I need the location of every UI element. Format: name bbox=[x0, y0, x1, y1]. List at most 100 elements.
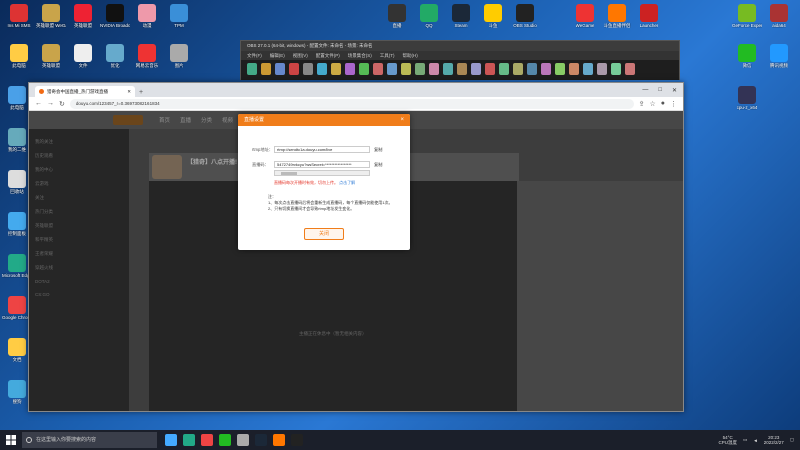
desktop-icon-top-left-3[interactable]: NVIDIA Broadcast bbox=[100, 4, 130, 28]
obs-menu-item[interactable]: 场景集合(S) bbox=[348, 51, 372, 60]
obs-dock-icon[interactable] bbox=[597, 63, 607, 75]
menu-kebab-icon[interactable]: ⋮ bbox=[670, 100, 677, 108]
desktop-icon-label: 文档 bbox=[12, 357, 22, 362]
reload-icon[interactable]: ↻ bbox=[59, 100, 65, 108]
desktop-icon-row2-2[interactable]: 文件 bbox=[68, 44, 98, 68]
desktop-icon-top-0[interactable]: 直播 bbox=[382, 4, 412, 28]
taskbar-app-icon[interactable] bbox=[183, 434, 195, 446]
minimize-button[interactable]: — bbox=[642, 87, 648, 94]
obs-window[interactable]: OBS 27.0.1 (64-bit, windows) - 配置文件: 未命名… bbox=[240, 40, 680, 80]
new-tab-button[interactable]: + bbox=[139, 89, 143, 97]
obs-dock-icon[interactable] bbox=[373, 63, 383, 75]
code-scrollbar[interactable] bbox=[274, 170, 370, 176]
network-icon[interactable]: ▭ bbox=[743, 437, 747, 443]
obs-dock-icon[interactable] bbox=[583, 63, 593, 75]
obs-menu-item[interactable]: 视图(V) bbox=[293, 51, 308, 60]
desktop-icon-top-b-1[interactable]: 斗鱼直播伴侣 bbox=[602, 4, 632, 28]
taskbar-app-icon[interactable] bbox=[237, 434, 249, 446]
close-button[interactable]: ✕ bbox=[672, 87, 677, 94]
taskbar-app-icon[interactable] bbox=[219, 434, 231, 446]
obs-dock-icon[interactable] bbox=[345, 63, 355, 75]
desktop-icon-top-2[interactable]: Steam bbox=[446, 4, 476, 28]
obs-menu-item[interactable]: 帮助(H) bbox=[403, 51, 418, 60]
desktop-icon-right-1[interactable]: 腾讯视频 bbox=[764, 44, 794, 68]
share-icon[interactable]: ⇪ bbox=[639, 100, 645, 108]
taskbar-app-icon[interactable] bbox=[273, 434, 285, 446]
obs-menu-item[interactable]: 文件(F) bbox=[247, 51, 262, 60]
desktop-icon-top-b-0[interactable]: WeGame bbox=[570, 4, 600, 28]
start-button[interactable] bbox=[0, 430, 22, 450]
obs-dock-icon[interactable] bbox=[261, 63, 271, 75]
close-dialog-button[interactable]: 关闭 bbox=[304, 228, 344, 240]
volume-icon[interactable]: ◄ bbox=[753, 438, 757, 443]
learn-more-link[interactable]: 点击了解 bbox=[339, 180, 355, 185]
desktop-icon-cpuz-0[interactable]: cpu-z_x64 bbox=[732, 86, 762, 110]
obs-dock-icon[interactable] bbox=[415, 63, 425, 75]
rtmp-field[interactable]: rtmp://sendtc1a.douyu.com/live bbox=[274, 146, 370, 153]
obs-dock-icon[interactable] bbox=[303, 63, 313, 75]
desktop-icon-top-1[interactable]: QQ bbox=[414, 4, 444, 28]
notification-icon[interactable]: ▢ bbox=[790, 437, 794, 443]
copy-rtmp-button[interactable]: 复制 bbox=[374, 147, 382, 153]
code-field[interactable]: 5472749rvkcyu?wsSecret=***************** bbox=[274, 161, 370, 168]
taskbar-app-icon[interactable] bbox=[201, 434, 213, 446]
taskbar-app-icon[interactable] bbox=[255, 434, 267, 446]
obs-dock-icon[interactable] bbox=[625, 63, 635, 75]
app-icon bbox=[74, 4, 92, 22]
obs-dock-icon[interactable] bbox=[611, 63, 621, 75]
taskbar-app-icon[interactable] bbox=[165, 434, 177, 446]
desktop-icon-top-left-4[interactable]: 动漫 bbox=[132, 4, 162, 28]
obs-menu-item[interactable]: 编辑(E) bbox=[270, 51, 285, 60]
obs-menu-item[interactable]: 工具(T) bbox=[380, 51, 395, 60]
obs-dock-icon[interactable] bbox=[499, 63, 509, 75]
url-input[interactable]: douyu.com/123457_r=0.36973082161834 bbox=[69, 98, 634, 109]
close-tab-icon[interactable]: ✕ bbox=[127, 89, 131, 95]
copy-code-button[interactable]: 复制 bbox=[374, 162, 382, 168]
obs-dock-icon[interactable] bbox=[247, 63, 257, 75]
obs-dock-icon[interactable] bbox=[555, 63, 565, 75]
obs-dock-icon[interactable] bbox=[359, 63, 369, 75]
obs-dock-icon[interactable] bbox=[485, 63, 495, 75]
obs-menu-item[interactable]: 配置文件(P) bbox=[316, 51, 340, 60]
desktop-icon-top-left-1[interactable]: 英雄联盟 WeGame版 bbox=[36, 4, 66, 28]
obs-dock-icon[interactable] bbox=[331, 63, 341, 75]
back-icon[interactable]: ← bbox=[35, 100, 42, 107]
clock[interactable]: 20:23 2022/2/27 bbox=[764, 435, 784, 445]
bookmark-star-icon[interactable]: ☆ bbox=[649, 100, 655, 108]
desktop-icon-top-3[interactable]: 斗鱼 bbox=[478, 4, 508, 28]
obs-dock-icon[interactable] bbox=[429, 63, 439, 75]
desktop-icon-top-left-0[interactable]: Ins Mi SMS bbox=[4, 4, 34, 28]
maximize-button[interactable]: □ bbox=[658, 87, 662, 94]
obs-dock-icon[interactable] bbox=[387, 63, 397, 75]
desktop-icon-row2-1[interactable]: 英雄联盟 bbox=[36, 44, 66, 68]
obs-dock-icon[interactable] bbox=[317, 63, 327, 75]
obs-dock-icon[interactable] bbox=[527, 63, 537, 75]
taskbar-app-icon[interactable] bbox=[291, 434, 303, 446]
desktop-icon-right-0[interactable]: 微信 bbox=[732, 44, 762, 68]
desktop-icon-top-4[interactable]: OBS Studio bbox=[510, 4, 540, 28]
forward-icon[interactable]: → bbox=[47, 100, 54, 107]
obs-dock-icon[interactable] bbox=[541, 63, 551, 75]
desktop-icon-right-2[interactable]: cpu-z_x64 bbox=[796, 44, 800, 68]
desktop-icon-top-left-5[interactable]: TPM bbox=[164, 4, 194, 28]
desktop-icon-top-c-1[interactable]: aida64 bbox=[764, 4, 794, 28]
desktop-icon-row2-0[interactable]: 此电脑 bbox=[4, 44, 34, 68]
obs-dock-icon[interactable] bbox=[513, 63, 523, 75]
obs-dock-icon[interactable] bbox=[443, 63, 453, 75]
desktop-icon-top-left-2[interactable]: 英雄联盟 bbox=[68, 4, 98, 28]
desktop-icon-top-b-2[interactable]: Launcher bbox=[634, 4, 664, 28]
desktop-icon-row2-5[interactable]: 图片 bbox=[164, 44, 194, 68]
obs-dock-icon[interactable] bbox=[569, 63, 579, 75]
desktop-icon-row2-3[interactable]: 优化 bbox=[100, 44, 130, 68]
desktop-icon-row2-4[interactable]: 网易云音乐 bbox=[132, 44, 162, 68]
browser-tab[interactable]: 猎奇会中国直播_热门游戏直播 ✕ bbox=[35, 86, 135, 97]
dialog-close-icon[interactable]: × bbox=[400, 114, 404, 126]
obs-dock-icon[interactable] bbox=[471, 63, 481, 75]
obs-dock-icon[interactable] bbox=[457, 63, 467, 75]
obs-dock-icon[interactable] bbox=[289, 63, 299, 75]
profile-icon[interactable]: ● bbox=[661, 100, 665, 107]
taskbar-search[interactable]: 在这里输入你要搜索的内容 bbox=[22, 432, 157, 448]
obs-dock-icon[interactable] bbox=[401, 63, 411, 75]
desktop-icon-top-c-0[interactable]: GeForce Experience bbox=[732, 4, 762, 28]
obs-dock-icon[interactable] bbox=[275, 63, 285, 75]
